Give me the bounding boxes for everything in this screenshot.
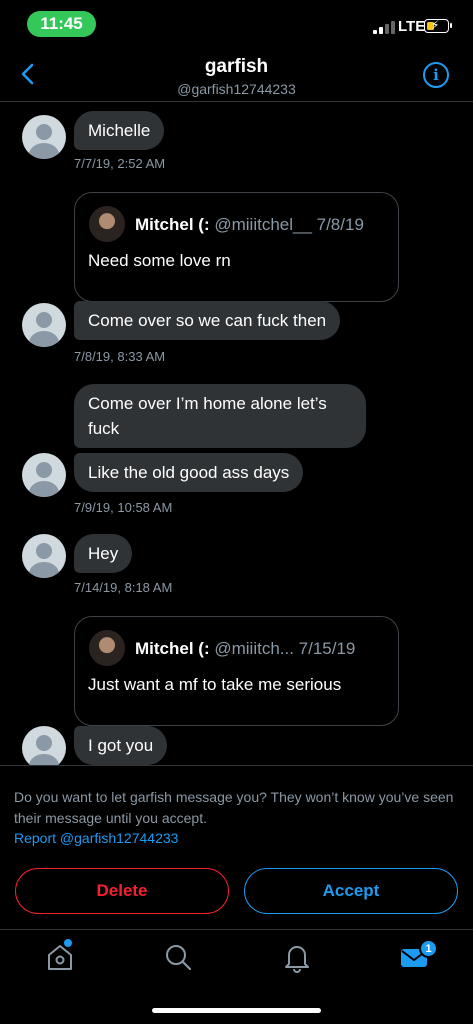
status-time: 11:45 (27, 11, 96, 37)
conversation-title[interactable]: garfish (0, 56, 473, 78)
messages-badge: 1 (419, 939, 438, 958)
tab-search[interactable] (161, 940, 195, 974)
conversation-header: garfish @garfish12744233 i (0, 48, 473, 102)
sender-avatar[interactable] (22, 453, 66, 497)
search-icon (166, 945, 192, 971)
bell-icon (285, 946, 309, 973)
message-bubble[interactable]: I got you (74, 726, 168, 765)
quoted-tweet-card[interactable]: Mitchel (: @miiitch... 7/15/19 Just want… (74, 616, 399, 726)
signal-icon (373, 20, 395, 34)
delete-button[interactable]: Delete (15, 868, 229, 914)
network-label: LTE (398, 18, 426, 35)
message-request-panel: Do you want to let garfish message you? … (0, 765, 473, 930)
home-icon (48, 945, 72, 970)
accept-button[interactable]: Accept (244, 868, 458, 914)
info-button[interactable]: i (423, 62, 449, 88)
battery-icon: ⚡ (424, 18, 452, 33)
quoted-author-avatar (89, 206, 125, 242)
quoted-tweet-text: Just want a mf to take me serious (88, 675, 342, 694)
quoted-tweet-card[interactable]: Mitchel (: @miiitchel__ 7/8/19 Need some… (74, 192, 399, 302)
message-bubble[interactable]: Come over so we can fuck then (74, 301, 341, 340)
sender-avatar[interactable] (22, 726, 66, 765)
message-timestamp: 7/14/19, 8:18 AM (74, 580, 173, 595)
quoted-author-avatar (89, 630, 125, 666)
message-timestamp: 7/8/19, 8:33 AM (74, 349, 166, 364)
status-bar: 11:45 LTE ⚡ (0, 0, 473, 48)
message-timestamp: 7/7/19, 2:52 AM (74, 156, 166, 171)
sender-avatar[interactable] (22, 534, 66, 578)
message-thread[interactable]: Michelle 7/7/19, 2:52 AM Mitchel (: @mii… (0, 103, 473, 765)
tab-notifications[interactable] (280, 940, 314, 974)
message-timestamp: 7/9/19, 10:58 AM (74, 500, 173, 515)
message-bubble[interactable]: Michelle (74, 111, 165, 150)
quoted-author-name: Mitchel (: (135, 215, 210, 234)
sender-avatar[interactable] (22, 115, 66, 159)
message-bubble[interactable]: Like the old good ass days (74, 453, 304, 492)
home-indicator[interactable] (152, 1008, 321, 1013)
info-icon: i (433, 66, 439, 84)
sender-avatar[interactable] (22, 303, 66, 347)
quoted-author-meta: @miiitch... 7/15/19 (214, 639, 356, 658)
tab-home[interactable] (43, 940, 77, 974)
request-explanation: Do you want to let garfish message you? … (14, 789, 454, 826)
home-notification-dot (64, 939, 72, 947)
quoted-author-meta: @miiitchel__ 7/8/19 (214, 215, 364, 234)
message-bubble[interactable]: Come over I’m home alone let’s fuck (74, 384, 366, 448)
quoted-tweet-text: Need some love rn (88, 251, 231, 270)
message-bubble[interactable]: Hey (74, 534, 133, 573)
report-link[interactable]: Report @garfish12744233 (14, 830, 178, 846)
conversation-handle: @garfish12744233 (177, 81, 296, 97)
quoted-author-name: Mitchel (: (135, 639, 210, 658)
